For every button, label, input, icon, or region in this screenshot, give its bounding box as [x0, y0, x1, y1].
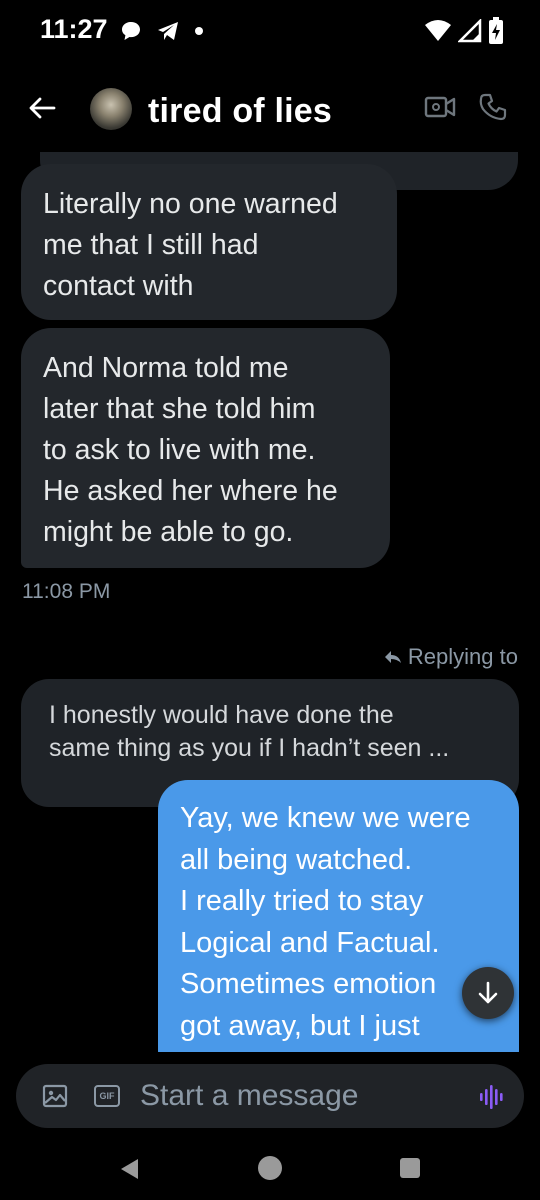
- image-icon[interactable]: [42, 1084, 68, 1108]
- message-line: me that I still had: [43, 229, 259, 261]
- replying-to-text: Replying to: [407, 644, 518, 669]
- message-composer: GIF: [16, 1064, 524, 1128]
- incoming-message-bubble[interactable]: And Norma told me later that she told hi…: [21, 328, 390, 568]
- message-line: later that she told him: [43, 393, 316, 425]
- quote-line: same thing as you if I hadn’t seen ...: [49, 734, 450, 762]
- gif-icon[interactable]: GIF: [94, 1085, 120, 1107]
- status-bar: 11:27: [0, 0, 540, 62]
- nav-recents-icon[interactable]: [400, 1158, 420, 1178]
- nav-back-icon[interactable]: [118, 1157, 140, 1181]
- avatar[interactable]: [90, 88, 132, 130]
- chat-notification-icon: [122, 22, 140, 40]
- arrow-down-icon: [478, 981, 498, 1004]
- message-timestamp: 11:08 PM: [22, 580, 111, 603]
- voice-message-icon[interactable]: [478, 1084, 504, 1110]
- message-line: And Norma told me: [43, 352, 289, 384]
- conversation-title[interactable]: tired of lies: [148, 92, 332, 131]
- video-call-icon[interactable]: [424, 94, 456, 120]
- replying-to-label: Replying to: [384, 644, 518, 670]
- message-line: contact with: [43, 270, 194, 302]
- reply-arrow-icon: [384, 651, 401, 663]
- message-list[interactable]: Literally no one warned me that I still …: [0, 152, 540, 1052]
- message-line: Literally no one warned: [43, 188, 338, 220]
- dot-icon: [195, 27, 203, 35]
- message-line: to ask to live with me.: [43, 434, 316, 466]
- status-time: 11:27: [40, 14, 108, 44]
- message-line: got away, but I just: [180, 1009, 420, 1042]
- message-line: Logical and Factual.: [180, 926, 440, 959]
- outgoing-message-bubble[interactable]: Yay, we knew we were all being watched. …: [158, 780, 519, 1052]
- signal-icon: [458, 19, 482, 43]
- back-arrow-icon[interactable]: [26, 92, 58, 124]
- message-line: Yay, we knew we were: [180, 802, 471, 834]
- nav-home-icon[interactable]: [258, 1156, 282, 1180]
- message-input[interactable]: [140, 1076, 450, 1116]
- message-line: Sometimes emotion: [180, 968, 437, 1000]
- conversation-header: tired of lies: [0, 62, 540, 152]
- incoming-message-bubble[interactable]: Literally no one warned me that I still …: [21, 164, 397, 320]
- message-line: I really tried to stay: [180, 885, 424, 917]
- telegram-icon: [158, 22, 178, 40]
- system-navigation-bar: [0, 1140, 540, 1200]
- wifi-icon: [425, 20, 451, 41]
- message-line: all being watched.: [180, 843, 413, 876]
- quote-line: I honestly would have done the: [49, 701, 394, 729]
- battery-charging-icon: [489, 17, 503, 44]
- message-line: He asked her where he: [43, 475, 338, 507]
- scroll-to-bottom-button[interactable]: [462, 967, 514, 1019]
- message-line: might be able to go.: [43, 516, 294, 548]
- phone-call-icon[interactable]: [478, 92, 508, 122]
